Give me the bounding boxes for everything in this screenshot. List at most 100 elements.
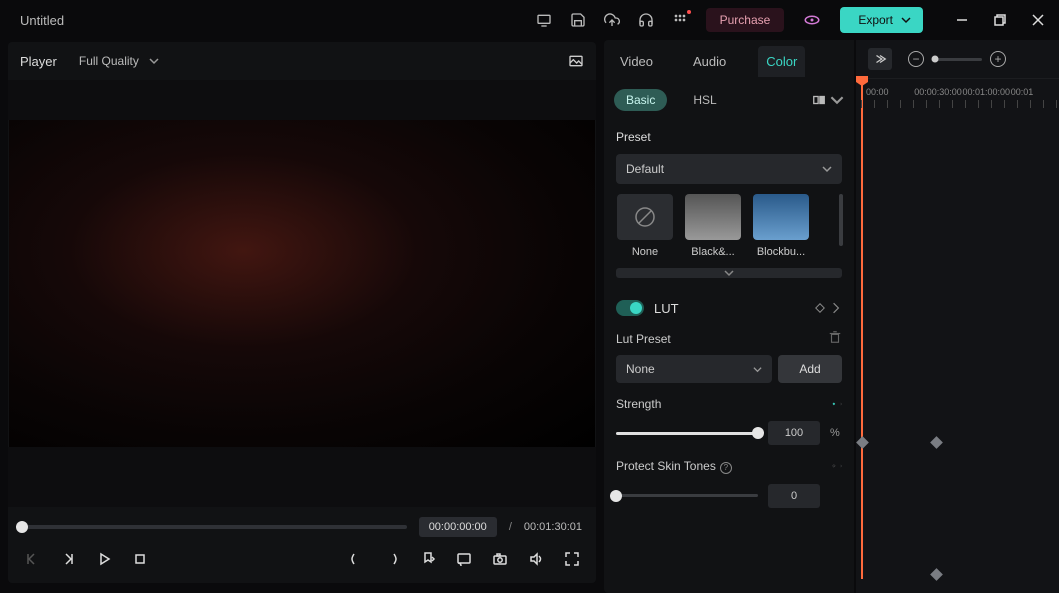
preset-thumb-none <box>617 194 673 240</box>
zoom-slider[interactable] <box>932 58 982 61</box>
tab-color[interactable]: Color <box>758 46 805 77</box>
color-subtabs: Basic HSL <box>604 82 854 118</box>
player-label: Player <box>20 54 57 69</box>
stop-button[interactable] <box>130 549 150 569</box>
preset-thumb-bw <box>685 194 741 240</box>
cast-icon[interactable] <box>454 549 474 569</box>
strength-keyframe-button[interactable] <box>832 400 842 408</box>
purchase-button[interactable]: Purchase <box>706 8 785 32</box>
player-header: Player Full Quality <box>8 42 596 80</box>
save-icon[interactable] <box>570 12 586 28</box>
marker-dropdown-button[interactable] <box>418 549 438 569</box>
main-area: Player Full Quality 00:00:00:00 / 00:01:… <box>0 40 1059 593</box>
keyframe-marker[interactable] <box>930 436 943 449</box>
player-seek-thumb[interactable] <box>16 521 28 533</box>
ruler-ticks <box>861 100 1059 108</box>
strength-thumb[interactable] <box>752 427 764 439</box>
ruler-labels: 00:00 00:00:30:00 00:01:00:00 00:01 <box>856 87 1059 97</box>
player-viewport[interactable] <box>9 120 595 447</box>
time-separator: / <box>509 521 512 533</box>
strength-unit: % <box>830 427 842 439</box>
transport-row <box>22 549 582 569</box>
skin-slider[interactable] <box>616 494 758 497</box>
camera-icon[interactable] <box>490 549 510 569</box>
timeline-toolbar: − + <box>856 40 1059 78</box>
preset-item-none[interactable]: None <box>616 194 674 258</box>
play-button[interactable] <box>94 549 114 569</box>
snapshot-settings-icon[interactable] <box>568 53 584 69</box>
window-controls <box>953 11 1047 29</box>
time-current[interactable]: 00:00:00:00 <box>419 517 497 537</box>
subtab-hsl[interactable]: HSL <box>685 89 724 111</box>
keyframe-marker[interactable] <box>930 568 943 581</box>
lut-preset-row: Lut Preset <box>616 330 842 347</box>
close-button[interactable] <box>1029 11 1047 29</box>
lut-toggle[interactable] <box>616 300 644 316</box>
keyframe-marker[interactable] <box>856 436 869 449</box>
preset-section-title: Preset <box>616 130 842 144</box>
skin-thumb[interactable] <box>610 490 622 502</box>
fullscreen-icon[interactable] <box>562 549 582 569</box>
preset-thumb-blockbuster <box>753 194 809 240</box>
viewport-letterbox-bottom <box>8 447 596 507</box>
strength-row: Strength 100 % <box>616 397 842 445</box>
volume-icon[interactable] <box>526 549 546 569</box>
timeline-zoom: − + <box>908 51 1006 67</box>
lut-label: LUT <box>654 301 679 316</box>
zoom-out-button[interactable]: − <box>908 51 924 67</box>
player-controls: 00:00:00:00 / 00:01:30:01 <box>8 507 596 583</box>
preset-item-bw[interactable]: Black&... <box>684 194 742 258</box>
timeline-more-button[interactable] <box>868 48 892 70</box>
preset-expand-button[interactable] <box>616 268 842 278</box>
strength-slider[interactable] <box>616 432 758 435</box>
preset-name-blockbuster: Blockbu... <box>752 246 810 258</box>
export-button[interactable]: Export <box>840 7 923 33</box>
export-label: Export <box>858 13 893 27</box>
player-seek-row: 00:00:00:00 / 00:01:30:01 <box>22 517 582 537</box>
lut-preset-delete[interactable] <box>828 330 842 347</box>
inspector-tabs: Video Audio Color <box>604 40 854 82</box>
skin-keyframe-button[interactable] <box>832 462 842 470</box>
headphones-icon[interactable] <box>638 12 654 28</box>
zoom-in-button[interactable]: + <box>990 51 1006 67</box>
zoom-thumb[interactable] <box>932 56 939 63</box>
player-panel: Player Full Quality 00:00:00:00 / 00:01:… <box>8 42 596 583</box>
inspector-panel: Video Audio Color Basic HSL Preset Defau… <box>604 40 854 593</box>
lut-preset-controls: None Add <box>616 355 842 383</box>
lut-preset-label: Lut Preset <box>616 332 671 346</box>
cloud-upload-icon[interactable] <box>604 12 620 28</box>
color-panel-body: Preset Default None Black&... Blockbu... <box>604 118 854 593</box>
mark-in-button[interactable] <box>346 549 366 569</box>
lut-keyframe-button[interactable] <box>814 302 842 314</box>
preset-name-none: None <box>616 246 674 258</box>
strength-label: Strength <box>616 397 661 411</box>
apps-grid-icon[interactable] <box>672 12 688 28</box>
titlebar-actions: Purchase Export <box>536 7 1047 33</box>
minimize-button[interactable] <box>953 11 971 29</box>
lut-preset-select[interactable]: None <box>616 355 772 383</box>
skin-tones-label: Protect Skin Tones? <box>616 459 732 474</box>
next-frame-button[interactable] <box>58 549 78 569</box>
compare-view-button[interactable] <box>812 93 844 107</box>
theme-icon[interactable] <box>802 10 822 30</box>
lut-add-button[interactable]: Add <box>778 355 842 383</box>
display-icon[interactable] <box>536 12 552 28</box>
preset-scrollbar[interactable] <box>839 194 843 246</box>
skin-value[interactable]: 0 <box>768 484 820 508</box>
timeline-playhead[interactable] <box>861 79 863 579</box>
preset-item-blockbuster[interactable]: Blockbu... <box>752 194 810 258</box>
player-seek-track[interactable] <box>22 525 407 529</box>
mark-out-button[interactable] <box>382 549 402 569</box>
tab-audio[interactable]: Audio <box>685 46 734 77</box>
subtab-basic[interactable]: Basic <box>614 89 667 111</box>
preset-dropdown[interactable]: Default <box>616 154 842 184</box>
maximize-button[interactable] <box>991 11 1009 29</box>
help-icon[interactable]: ? <box>720 462 732 474</box>
tab-video[interactable]: Video <box>612 46 661 77</box>
strength-value[interactable]: 100 <box>768 421 820 445</box>
lut-row: LUT <box>616 300 842 316</box>
quality-dropdown[interactable]: Full Quality <box>79 54 159 68</box>
timeline-ruler[interactable]: 00:00 00:00:30:00 00:01:00:00 00:01 <box>856 78 1059 108</box>
prev-frame-button[interactable] <box>22 549 42 569</box>
preset-thumbnails: None Black&... Blockbu... <box>616 194 842 258</box>
